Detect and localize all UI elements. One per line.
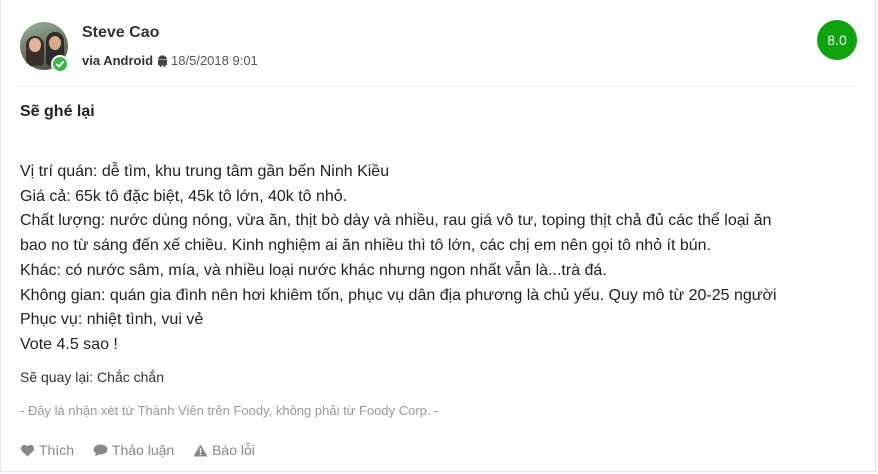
revisit-status: Sẽ quay lại: Chắc chắn — [20, 369, 164, 385]
verified-check-icon — [51, 55, 69, 73]
report-button[interactable]: Báo lỗi — [193, 442, 255, 458]
review-card: Steve Cao via Android 18/5/2018 9:01 8.0 … — [0, 0, 876, 472]
avatar-face-left — [29, 38, 41, 52]
review-line: bao no từ sáng đến xế chiều. Kinh nghiệm… — [20, 237, 711, 255]
comment-icon — [93, 444, 108, 457]
review-line: Vote 4.5 sao ! — [20, 335, 118, 353]
review-line: Vị trí quán: dễ tìm, khu trung tâm gần b… — [20, 163, 390, 180]
heart-icon — [20, 444, 35, 457]
review-actions: Thích Thảo luận Báo lỗi — [20, 442, 270, 458]
discuss-button[interactable]: Thảo luận — [93, 442, 174, 458]
via-source: via Android — [82, 53, 154, 68]
like-button[interactable]: Thích — [20, 442, 74, 458]
user-name[interactable]: Steve Cao — [82, 24, 159, 42]
android-icon — [157, 55, 168, 70]
score-badge: 8.0 — [817, 20, 857, 60]
divider — [20, 86, 856, 87]
disclaimer: - Đây là nhận xét từ Thành Viên trên Foo… — [20, 403, 439, 418]
review-line: Giá cả: 65k tô đặc biệt, 45k tô lớn, 40k… — [20, 187, 348, 205]
review-line: Chất lượng: nước dùng nóng, vừa ăn, thịt… — [20, 212, 772, 230]
review-line: Khác: có nước sâm, mía, và nhiều loại nư… — [20, 261, 607, 279]
like-label: Thích — [39, 442, 75, 458]
warning-icon — [193, 444, 208, 457]
review-meta: via Android 18/5/2018 9:01 — [82, 53, 258, 70]
review-body: Vị trí quán: dễ tìm, khu trung tâm gần b… — [20, 160, 860, 358]
review-line: Phục vụ: nhiệt tình, vui vẻ — [20, 311, 204, 329]
review-title[interactable]: Sẽ ghé lại — [20, 103, 95, 121]
discuss-label: Thảo luận — [111, 442, 175, 458]
avatar-face-right — [49, 36, 61, 50]
review-timestamp: 18/5/2018 9:01 — [171, 53, 258, 68]
report-label: Báo lỗi — [212, 442, 255, 458]
review-line: Không gian: quán gia đình nên hơi khiêm … — [20, 286, 777, 304]
